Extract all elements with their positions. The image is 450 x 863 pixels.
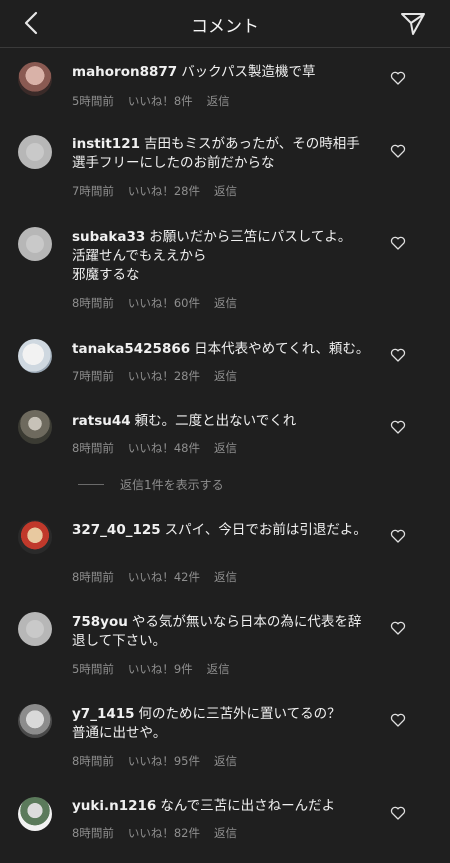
comment-body: 327_40_125 スパイ、今日でお前は引退だよ。 bbox=[72, 521, 372, 540]
heart-icon[interactable] bbox=[390, 143, 406, 159]
heart-icon[interactable] bbox=[390, 347, 406, 363]
reply-button[interactable]: 返信 bbox=[214, 441, 237, 455]
comment-time: 5時間前 bbox=[72, 662, 114, 676]
reply-button[interactable]: 返信 bbox=[214, 369, 237, 383]
avatar[interactable] bbox=[18, 520, 52, 554]
avatar[interactable] bbox=[18, 410, 52, 444]
comment-username[interactable]: instit121 bbox=[72, 136, 140, 152]
avatar[interactable] bbox=[18, 62, 52, 96]
view-replies-link[interactable]: 返信1件を表示する bbox=[78, 476, 224, 493]
heart-icon[interactable] bbox=[390, 419, 406, 435]
comment-meta: 8時間前 いいね！95件 返信 bbox=[72, 753, 251, 769]
comment-username[interactable]: ratsu44 bbox=[72, 413, 131, 429]
heart-icon[interactable] bbox=[390, 235, 406, 251]
reply-button[interactable]: 返信 bbox=[214, 184, 237, 198]
avatar[interactable] bbox=[18, 612, 52, 646]
comment-likes[interactable]: いいね！48件 bbox=[128, 441, 200, 455]
avatar[interactable] bbox=[18, 797, 52, 831]
comment-meta: 8時間前 いいね！48件 返信 bbox=[72, 440, 251, 456]
comment-username[interactable]: mahoron8877 bbox=[72, 64, 177, 80]
comment-time: 8時間前 bbox=[72, 441, 114, 455]
heart-icon[interactable] bbox=[390, 712, 406, 728]
comment-meta: 5時間前 いいね！9件 返信 bbox=[72, 661, 244, 677]
comment-body: instit121 吉田もミスがあったが、その時相手選手フリーにしたのお前だからな bbox=[72, 135, 372, 173]
comment-time: 8時間前 bbox=[72, 570, 114, 584]
comment-meta: 7時間前 いいね！28件 返信 bbox=[72, 368, 251, 384]
comment-time: 5時間前 bbox=[72, 94, 114, 108]
comment-meta: 7時間前 いいね！28件 返信 bbox=[72, 183, 251, 199]
comment-likes[interactable]: いいね！28件 bbox=[128, 184, 200, 198]
comment-text: バックパス製造機で草 bbox=[181, 64, 316, 80]
comment-meta: 5時間前 いいね！8件 返信 bbox=[72, 93, 244, 109]
comment-time: 8時間前 bbox=[72, 296, 114, 310]
comment-likes[interactable]: いいね！8件 bbox=[128, 94, 193, 108]
reply-button[interactable]: 返信 bbox=[214, 826, 237, 840]
comment-likes[interactable]: いいね！60件 bbox=[128, 296, 200, 310]
comment-body: tanaka5425866 日本代表やめてくれ、頼む。 bbox=[72, 340, 372, 359]
send-icon[interactable] bbox=[400, 11, 426, 37]
comment-likes[interactable]: いいね！95件 bbox=[128, 754, 200, 768]
heart-icon[interactable] bbox=[390, 70, 406, 86]
reply-button[interactable]: 返信 bbox=[214, 296, 237, 310]
heart-icon[interactable] bbox=[390, 528, 406, 544]
comment-likes[interactable]: いいね！82件 bbox=[128, 826, 200, 840]
comment-time: 8時間前 bbox=[72, 826, 114, 840]
comment-likes[interactable]: いいね！42件 bbox=[128, 570, 200, 584]
replies-divider bbox=[78, 484, 104, 485]
comment-username[interactable]: y7_1415 bbox=[72, 706, 135, 722]
view-replies-label: 返信1件を表示する bbox=[120, 478, 224, 492]
comment-text: なんで三苫に出さねーんだよ bbox=[160, 798, 336, 814]
comment-text: 日本代表やめてくれ、頼む。 bbox=[194, 341, 370, 357]
comment-username[interactable]: 327_40_125 bbox=[72, 522, 161, 538]
reply-button[interactable]: 返信 bbox=[214, 570, 237, 584]
comment-time: 7時間前 bbox=[72, 184, 114, 198]
avatar[interactable] bbox=[18, 704, 52, 738]
reply-button[interactable]: 返信 bbox=[207, 662, 230, 676]
comment-time: 7時間前 bbox=[72, 369, 114, 383]
comment-body: subaka33 お願いだから三笘にパスしてよ。 活躍せんでもええから 邪魔するな bbox=[72, 228, 372, 285]
comment-body: ratsu44 頼む。二度と出ないでくれ bbox=[72, 412, 372, 431]
comment-username[interactable]: yuki.n1216 bbox=[72, 798, 156, 814]
avatar[interactable] bbox=[18, 339, 52, 373]
comment-likes[interactable]: いいね！9件 bbox=[128, 662, 193, 676]
comment-meta: 8時間前 いいね！42件 返信 bbox=[72, 569, 251, 585]
header: コメント bbox=[0, 0, 450, 48]
comment-body: yuki.n1216 なんで三苫に出さねーんだよ bbox=[72, 797, 372, 816]
comment-time: 8時間前 bbox=[72, 754, 114, 768]
comment-username[interactable]: subaka33 bbox=[72, 229, 145, 245]
comment-text: 頼む。二度と出ないでくれ bbox=[134, 413, 297, 429]
avatar[interactable] bbox=[18, 135, 52, 169]
reply-button[interactable]: 返信 bbox=[207, 94, 230, 108]
comment-body: 758you やる気が無いなら日本の為に代表を辞退して下さい。 bbox=[72, 613, 372, 651]
comment-likes[interactable]: いいね！28件 bbox=[128, 369, 200, 383]
comment-username[interactable]: tanaka5425866 bbox=[72, 341, 190, 357]
avatar[interactable] bbox=[18, 227, 52, 261]
reply-button[interactable]: 返信 bbox=[214, 754, 237, 768]
comment-body: y7_1415 何のために三苫外に置いてるの？ 普通に出せや。 bbox=[72, 705, 372, 743]
comment-meta: 8時間前 いいね！82件 返信 bbox=[72, 825, 251, 841]
heart-icon[interactable] bbox=[390, 620, 406, 636]
heart-icon[interactable] bbox=[390, 805, 406, 821]
comment-body: mahoron8877 バックパス製造機で草 bbox=[72, 63, 372, 82]
comment-username[interactable]: 758you bbox=[72, 614, 128, 630]
page-title: コメント bbox=[191, 17, 259, 37]
comment-meta: 8時間前 いいね！60件 返信 bbox=[72, 295, 251, 311]
comment-text: スパイ、今日でお前は引退だよ。 bbox=[164, 522, 367, 538]
